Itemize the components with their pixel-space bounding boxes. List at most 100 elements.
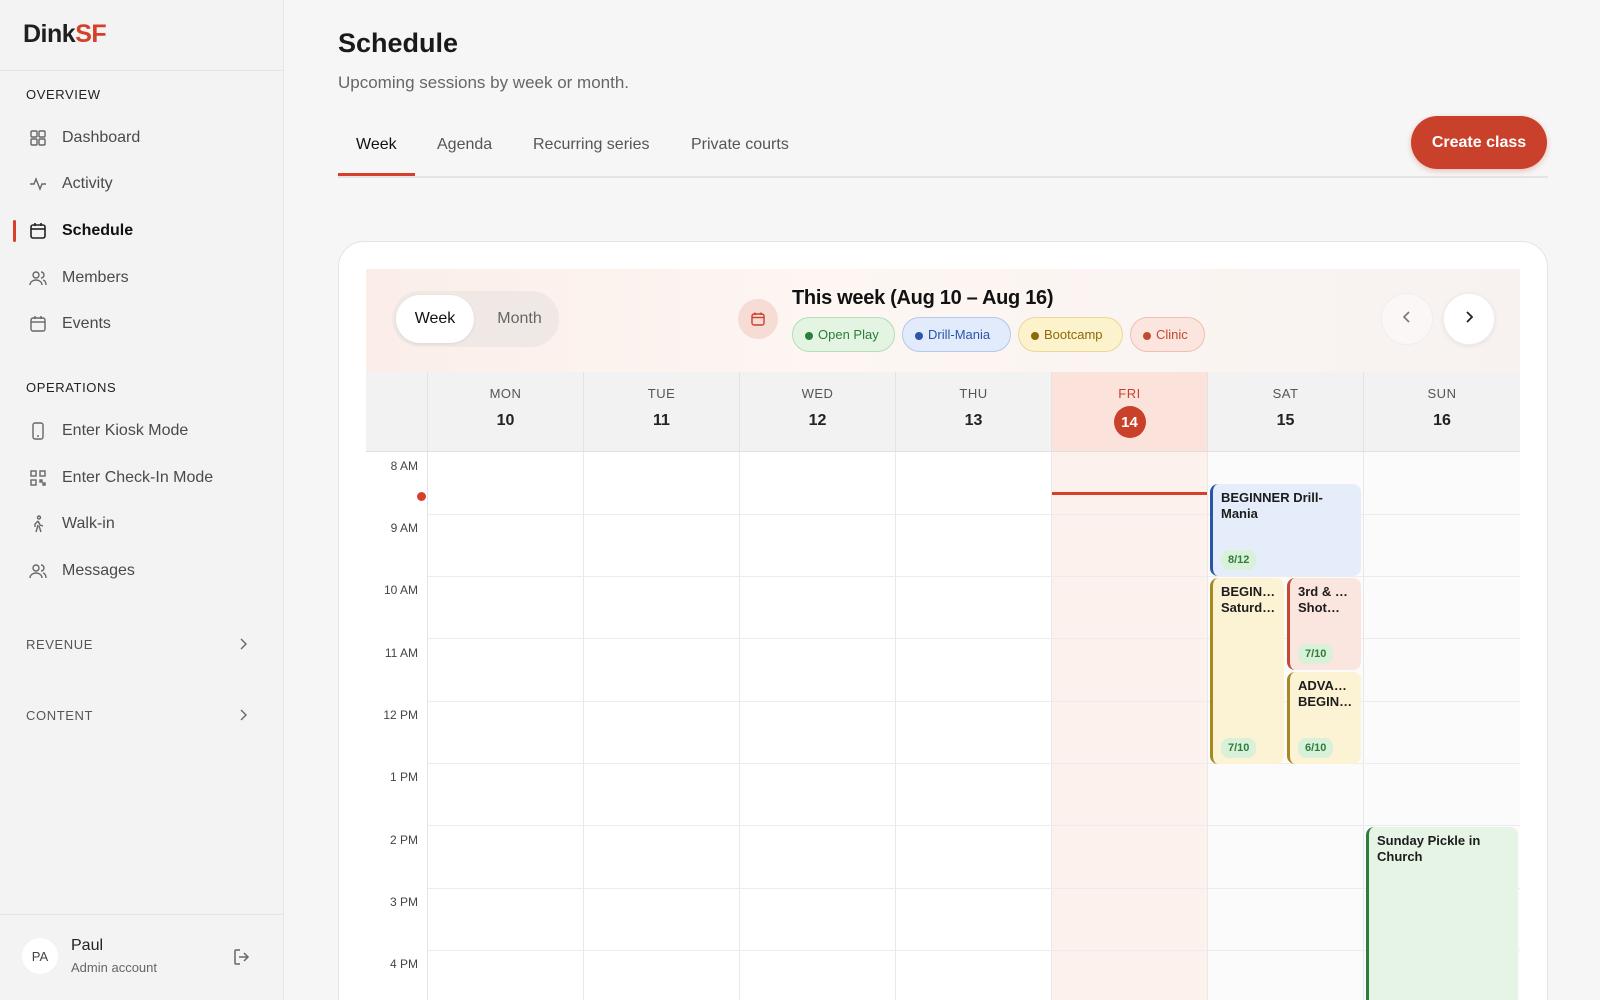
- view-month-button[interactable]: Month: [482, 295, 557, 343]
- create-class-button[interactable]: Create class: [1411, 116, 1547, 169]
- day-column-mon[interactable]: [428, 452, 584, 1000]
- day-header-wed[interactable]: WED 12: [740, 372, 896, 452]
- day-name: SAT: [1272, 386, 1299, 401]
- section-label-operations: OPERATIONS: [26, 380, 117, 395]
- event-beginner-drill-mania[interactable]: BEGINNER Drill-Mania 8/12: [1210, 484, 1361, 576]
- day-header-thu[interactable]: THU 13: [896, 372, 1052, 452]
- event-3rd-5th-shot[interactable]: 3rd & 5th Shot… 7/10: [1287, 578, 1361, 670]
- sidebar-item-schedule[interactable]: Schedule: [0, 211, 284, 251]
- hour-line: [428, 576, 1520, 577]
- chevron-left-icon: [1400, 310, 1414, 329]
- event-title: Sunday Pickle in Church: [1377, 833, 1481, 864]
- sidebar-item-activity[interactable]: Activity: [0, 164, 284, 204]
- sidebar-item-check-in-mode[interactable]: Enter Check-In Mode: [0, 458, 284, 498]
- view-week-button[interactable]: Week: [396, 295, 474, 343]
- tab-week[interactable]: Week: [356, 136, 397, 154]
- tab-bar: Week Agenda Recurring series Private cou…: [338, 126, 1548, 178]
- day-column-tue[interactable]: [584, 452, 740, 1000]
- logout-icon[interactable]: [232, 947, 254, 969]
- day-name: FRI: [1118, 386, 1141, 401]
- time-label: 9 AM: [390, 521, 418, 535]
- page-title: Schedule: [338, 28, 459, 58]
- event-advanced-beginner[interactable]: ADVANCE BEGINN… 6/10: [1287, 672, 1361, 764]
- calendar-icon: [28, 314, 48, 334]
- calendar-icon: [738, 299, 778, 339]
- today-badge: 14: [1113, 406, 1146, 438]
- day-header-sat[interactable]: SAT 15: [1208, 372, 1364, 452]
- day-number: 15: [1276, 412, 1295, 429]
- time-label: 10 AM: [383, 583, 418, 597]
- tab-private-courts[interactable]: Private courts: [691, 136, 789, 154]
- sidebar-item-members[interactable]: Members: [0, 258, 284, 298]
- sidebar-item-label: Members: [62, 269, 129, 286]
- event-title: BEGINNE: [1221, 584, 1276, 599]
- next-week-button[interactable]: [1443, 293, 1495, 345]
- sidebar: DinkSF OVERVIEW Dashboard Activity Sched…: [0, 0, 284, 1000]
- sidebar-item-dashboard[interactable]: Dashboard: [0, 118, 284, 158]
- event-title: ADVANCE: [1298, 678, 1353, 693]
- time-label: 4 PM: [389, 957, 418, 971]
- user-name: Paul: [71, 937, 104, 954]
- legend-clinic[interactable]: Clinic: [1130, 317, 1205, 352]
- day-name: TUE: [647, 386, 676, 401]
- day-name: SUN: [1427, 386, 1457, 401]
- sidebar-item-messages[interactable]: Messages: [0, 551, 284, 591]
- day-column-thu[interactable]: [896, 452, 1052, 1000]
- sidebar-item-kiosk-mode[interactable]: Enter Kiosk Mode: [0, 411, 284, 451]
- logo-dink: Dink: [23, 20, 76, 48]
- day-number: 10: [496, 412, 515, 429]
- day-column-wed[interactable]: [740, 452, 896, 1000]
- sidebar-item-label: Dashboard: [62, 129, 141, 146]
- tablet-icon: [28, 421, 48, 441]
- event-title: 3rd & 5th: [1298, 584, 1353, 599]
- active-tab-indicator: [338, 173, 415, 176]
- chevron-right-icon: [1462, 310, 1476, 329]
- event-title: Saturda…: [1221, 600, 1276, 615]
- current-time-line: [1052, 492, 1207, 495]
- avatar[interactable]: PA: [22, 938, 58, 974]
- day-header-mon[interactable]: MON 10: [428, 372, 584, 452]
- section-label-content: CONTENT: [26, 708, 94, 723]
- tab-agenda[interactable]: Agenda: [437, 136, 492, 154]
- sidebar-item-label: Enter Check-In Mode: [62, 469, 214, 486]
- day-number: 11: [653, 412, 670, 429]
- section-toggle-revenue[interactable]: REVENUE: [0, 629, 284, 659]
- legend-open-play[interactable]: Open Play: [792, 317, 895, 352]
- sidebar-item-walk-in[interactable]: Walk-in: [0, 504, 284, 544]
- day-number: 12: [808, 412, 827, 429]
- sidebar-item-events[interactable]: Events: [0, 304, 284, 344]
- user-panel: PA Paul Admin account: [0, 914, 284, 1000]
- time-label: 11 AM: [384, 646, 418, 660]
- legend-bootcamp[interactable]: Bootcamp: [1018, 317, 1123, 352]
- time-label: 2 PM: [389, 833, 418, 847]
- previous-week-button[interactable]: [1381, 293, 1433, 345]
- walk-icon: [28, 514, 48, 534]
- section-label-overview: OVERVIEW: [26, 87, 101, 102]
- sidebar-item-label: Messages: [62, 562, 135, 579]
- sidebar-item-label: Schedule: [62, 222, 134, 239]
- day-number: 16: [1433, 412, 1451, 429]
- day-name: THU: [959, 386, 988, 401]
- tab-recurring-series[interactable]: Recurring series: [533, 136, 649, 154]
- time-gutter-header: [366, 372, 428, 452]
- current-time-dot: [417, 492, 426, 501]
- day-column-fri[interactable]: [1052, 452, 1208, 1000]
- capacity-badge: 7/10: [1221, 738, 1257, 758]
- time-label: 1 PM: [389, 770, 418, 784]
- day-number: 13: [964, 412, 983, 429]
- section-toggle-content[interactable]: CONTENT: [0, 700, 284, 730]
- logo[interactable]: DinkSF: [0, 0, 283, 71]
- day-header-tue[interactable]: TUE 11: [584, 372, 740, 452]
- chevron-right-icon: [236, 637, 250, 651]
- day-header-sun[interactable]: SUN 16: [1364, 372, 1520, 452]
- view-toggle: Week Month: [392, 291, 559, 347]
- event-title: BEGINN…: [1298, 694, 1353, 709]
- event-beginner-saturday[interactable]: BEGINNE Saturda… 7/10: [1210, 578, 1284, 764]
- grid-icon: [28, 128, 48, 148]
- legend-drill-mania[interactable]: Drill-Mania: [902, 317, 1011, 352]
- sidebar-item-label: Walk-in: [62, 515, 115, 532]
- week-range-title: This week (Aug 10 – Aug 16): [792, 287, 1054, 309]
- day-header-fri[interactable]: FRI 14: [1052, 372, 1208, 452]
- event-sunday-pickle-in-church[interactable]: Sunday Pickle in Church: [1366, 827, 1518, 1000]
- event-title: Shot…: [1298, 600, 1340, 615]
